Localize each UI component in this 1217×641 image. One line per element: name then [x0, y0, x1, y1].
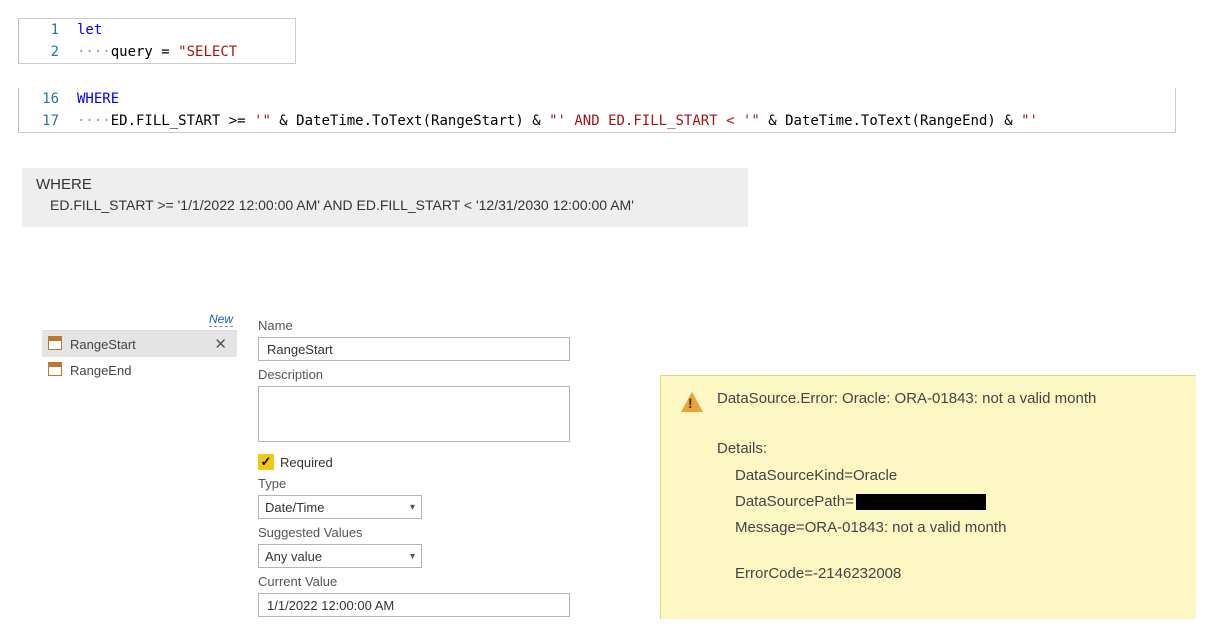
chevron-down-icon: ▾ [410, 551, 415, 562]
required-label: Required [280, 455, 333, 470]
new-parameter-link[interactable]: New [209, 312, 233, 327]
current-value-label: Current Value [258, 574, 578, 589]
resolved-where-keyword: WHERE [36, 176, 734, 193]
error-title: DataSource.Error: Oracle: ORA-01843: not… [717, 390, 1096, 407]
warning-icon [681, 392, 703, 412]
code-line[interactable]: 16WHERE [19, 88, 1175, 110]
type-dropdown[interactable]: Date/Time ▾ [258, 495, 422, 519]
current-value-input[interactable] [258, 593, 570, 617]
line-number: 2 [19, 41, 77, 63]
parameter-item-rangestart[interactable]: RangeStart✕ [42, 331, 237, 357]
parameter-item-label: RangeStart [70, 337, 214, 352]
description-input[interactable] [258, 386, 570, 442]
parameter-form: Name Description ✓ Required Type Date/Ti… [258, 312, 578, 617]
code-text[interactable]: let [77, 19, 102, 41]
error-message: Message=ORA-01843: not a valid month [735, 515, 1176, 541]
error-panel: DataSource.Error: Oracle: ORA-01843: not… [660, 375, 1196, 619]
type-label: Type [258, 476, 578, 491]
parameter-item-label: RangeEnd [70, 363, 231, 378]
error-code: ErrorCode=-2146232008 [735, 565, 1176, 582]
description-label: Description [258, 367, 578, 382]
line-number: 17 [19, 110, 77, 132]
line-number: 1 [19, 19, 77, 41]
resolved-query-preview: WHERE ED.FILL_START >= '1/1/2022 12:00:0… [22, 168, 748, 227]
parameter-item-rangeend[interactable]: RangeEnd [42, 357, 237, 383]
error-details-label: Details: [717, 440, 1176, 457]
code-text[interactable]: WHERE [77, 88, 119, 110]
calendar-icon [48, 362, 64, 378]
close-icon[interactable]: ✕ [214, 335, 231, 353]
code-text[interactable]: ····ED.FILL_START >= '" & DateTime.ToTex… [77, 110, 1038, 132]
suggested-values-dropdown[interactable]: Any value ▾ [258, 544, 422, 568]
chevron-down-icon: ▾ [410, 502, 415, 513]
suggested-values-value: Any value [265, 549, 322, 564]
type-value: Date/Time [265, 500, 324, 515]
redacted-path [856, 494, 986, 510]
error-path-prefix: DataSourcePath= [735, 493, 854, 510]
error-path: DataSourcePath= [735, 489, 1176, 515]
required-checkbox[interactable]: ✓ [258, 454, 274, 470]
resolved-where-clause: ED.FILL_START >= '1/1/2022 12:00:00 AM' … [36, 197, 734, 213]
name-label: Name [258, 318, 578, 333]
code-editor-top[interactable]: 1let2····query = "SELECT [18, 18, 296, 64]
calendar-icon [48, 336, 64, 352]
parameter-list: RangeStart✕ RangeEnd [42, 330, 237, 383]
code-line[interactable]: 17····ED.FILL_START >= '" & DateTime.ToT… [19, 110, 1175, 132]
code-line[interactable]: 2····query = "SELECT [19, 41, 295, 63]
name-input[interactable] [258, 337, 570, 361]
suggested-values-label: Suggested Values [258, 525, 578, 540]
code-line[interactable]: 1let [19, 19, 295, 41]
line-number: 16 [19, 88, 77, 110]
code-editor-bottom[interactable]: 16WHERE17····ED.FILL_START >= '" & DateT… [18, 88, 1176, 133]
error-kind: DataSourceKind=Oracle [735, 463, 1176, 489]
code-text[interactable]: ····query = "SELECT [77, 41, 237, 63]
